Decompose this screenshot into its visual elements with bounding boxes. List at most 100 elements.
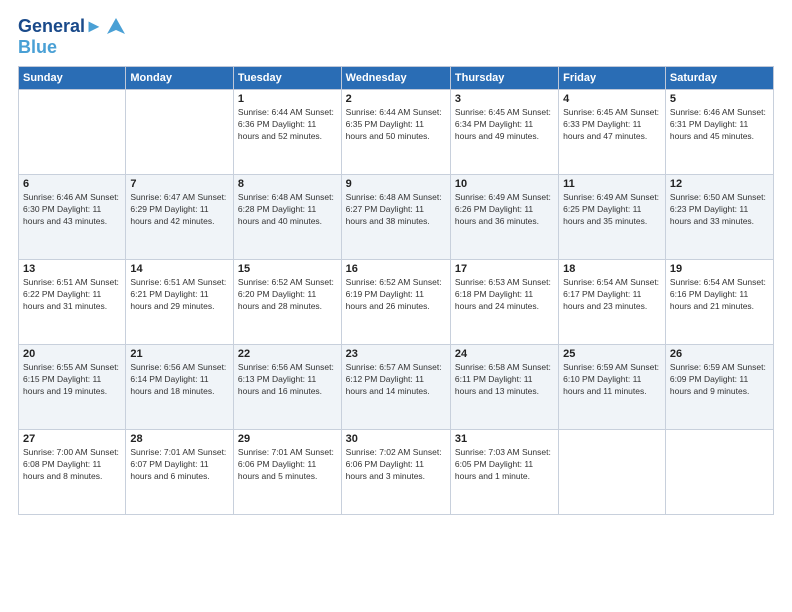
calendar-cell: 7 Sunrise: 6:47 AM Sunset: 6:29 PM Daylig…	[126, 175, 234, 260]
day-number: 16	[346, 263, 446, 275]
day-info: Sunrise: 6:56 AM Sunset: 6:13 PM Dayligh…	[238, 362, 337, 398]
calendar-cell: 23 Sunrise: 6:57 AM Sunset: 6:12 PM Dayli…	[341, 345, 450, 430]
day-number: 11	[563, 178, 661, 190]
calendar-cell: 6 Sunrise: 6:46 AM Sunset: 6:30 PM Daylig…	[19, 175, 126, 260]
day-number: 27	[23, 433, 121, 445]
day-info: Sunrise: 6:52 AM Sunset: 6:19 PM Dayligh…	[346, 277, 446, 313]
day-info: Sunrise: 6:58 AM Sunset: 6:11 PM Dayligh…	[455, 362, 554, 398]
day-number: 5	[670, 93, 769, 105]
logo: General► Blue	[18, 16, 127, 56]
calendar-cell: 19 Sunrise: 6:54 AM Sunset: 6:16 PM Dayli…	[665, 260, 773, 345]
calendar-cell: 9 Sunrise: 6:48 AM Sunset: 6:27 PM Daylig…	[341, 175, 450, 260]
calendar-cell: 8Sunrise: 6:48 AM Sunset: 6:28 PM Daylig…	[233, 175, 341, 260]
week-row-5: 27Sunrise: 7:00 AM Sunset: 6:08 PM Dayli…	[19, 430, 774, 515]
day-info: Sunrise: 6:46 AM Sunset: 6:31 PM Dayligh…	[670, 107, 769, 143]
day-info: Sunrise: 7:01 AM Sunset: 6:06 PM Dayligh…	[238, 447, 337, 483]
week-row-2: 6 Sunrise: 6:46 AM Sunset: 6:30 PM Daylig…	[19, 175, 774, 260]
day-info: Sunrise: 7:01 AM Sunset: 6:07 PM Dayligh…	[130, 447, 229, 483]
day-info: Sunrise: 6:54 AM Sunset: 6:16 PM Dayligh…	[670, 277, 769, 313]
day-number: 18	[563, 263, 661, 275]
calendar-cell: 14 Sunrise: 6:51 AM Sunset: 6:21 PM Dayli…	[126, 260, 234, 345]
day-info: Sunrise: 6:59 AM Sunset: 6:09 PM Dayligh…	[670, 362, 769, 398]
day-info: Sunrise: 6:51 AM Sunset: 6:22 PM Dayligh…	[23, 277, 121, 313]
day-number: 26	[670, 348, 769, 360]
day-number: 9	[346, 178, 446, 190]
logo-blue: Blue	[18, 38, 127, 56]
calendar-cell: 16 Sunrise: 6:52 AM Sunset: 6:19 PM Dayli…	[341, 260, 450, 345]
day-number: 7	[130, 178, 229, 190]
day-number: 29	[238, 433, 337, 445]
calendar-cell: 17 Sunrise: 6:53 AM Sunset: 6:18 PM Dayli…	[450, 260, 558, 345]
calendar-cell	[19, 90, 126, 175]
day-info: Sunrise: 6:50 AM Sunset: 6:23 PM Dayligh…	[670, 192, 769, 228]
week-row-3: 13 Sunrise: 6:51 AM Sunset: 6:22 PM Dayli…	[19, 260, 774, 345]
page: General► Blue SundayMondayTuesdayWednesd…	[0, 0, 792, 612]
week-row-1: 1 Sunrise: 6:44 AM Sunset: 6:36 PM Daylig…	[19, 90, 774, 175]
day-info: Sunrise: 6:44 AM Sunset: 6:36 PM Dayligh…	[238, 107, 337, 143]
day-number: 4	[563, 93, 661, 105]
day-number: 22	[238, 348, 337, 360]
calendar-cell	[126, 90, 234, 175]
calendar-cell: 22 Sunrise: 6:56 AM Sunset: 6:13 PM Dayli…	[233, 345, 341, 430]
day-number: 15	[238, 263, 337, 275]
calendar-cell: 21 Sunrise: 6:56 AM Sunset: 6:14 PM Dayli…	[126, 345, 234, 430]
day-info: Sunrise: 6:45 AM Sunset: 6:33 PM Dayligh…	[563, 107, 661, 143]
calendar-cell: 25Sunrise: 6:59 AM Sunset: 6:10 PM Dayli…	[559, 345, 666, 430]
week-row-4: 20 Sunrise: 6:55 AM Sunset: 6:15 PM Dayli…	[19, 345, 774, 430]
day-number: 23	[346, 348, 446, 360]
day-number: 21	[130, 348, 229, 360]
weekday-header-sunday: Sunday	[19, 67, 126, 90]
day-number: 13	[23, 263, 121, 275]
calendar-cell: 31 Sunrise: 7:03 AM Sunset: 6:05 PM Dayli…	[450, 430, 558, 515]
logo-icon	[105, 16, 127, 38]
weekday-header-wednesday: Wednesday	[341, 67, 450, 90]
day-info: Sunrise: 6:53 AM Sunset: 6:18 PM Dayligh…	[455, 277, 554, 313]
calendar-cell: 12 Sunrise: 6:50 AM Sunset: 6:23 PM Dayli…	[665, 175, 773, 260]
day-info: Sunrise: 7:03 AM Sunset: 6:05 PM Dayligh…	[455, 447, 554, 483]
calendar-cell: 26 Sunrise: 6:59 AM Sunset: 6:09 PM Dayli…	[665, 345, 773, 430]
calendar-cell	[559, 430, 666, 515]
calendar-cell: 18 Sunrise: 6:54 AM Sunset: 6:17 PM Dayli…	[559, 260, 666, 345]
day-number: 1	[238, 93, 337, 105]
day-number: 28	[130, 433, 229, 445]
day-number: 3	[455, 93, 554, 105]
weekday-header-monday: Monday	[126, 67, 234, 90]
day-number: 14	[130, 263, 229, 275]
calendar-cell: 15Sunrise: 6:52 AM Sunset: 6:20 PM Dayli…	[233, 260, 341, 345]
weekday-header-row: SundayMondayTuesdayWednesdayThursdayFrid…	[19, 67, 774, 90]
calendar-cell: 10Sunrise: 6:49 AM Sunset: 6:26 PM Dayli…	[450, 175, 558, 260]
day-info: Sunrise: 6:46 AM Sunset: 6:30 PM Dayligh…	[23, 192, 121, 228]
day-info: Sunrise: 6:49 AM Sunset: 6:26 PM Dayligh…	[455, 192, 554, 228]
day-number: 25	[563, 348, 661, 360]
calendar-table: SundayMondayTuesdayWednesdayThursdayFrid…	[18, 66, 774, 515]
weekday-header-saturday: Saturday	[665, 67, 773, 90]
day-number: 30	[346, 433, 446, 445]
calendar-cell: 5 Sunrise: 6:46 AM Sunset: 6:31 PM Daylig…	[665, 90, 773, 175]
day-info: Sunrise: 6:44 AM Sunset: 6:35 PM Dayligh…	[346, 107, 446, 143]
calendar-cell: 3 Sunrise: 6:45 AM Sunset: 6:34 PM Daylig…	[450, 90, 558, 175]
day-number: 2	[346, 93, 446, 105]
calendar-cell: 1 Sunrise: 6:44 AM Sunset: 6:36 PM Daylig…	[233, 90, 341, 175]
calendar-cell: 11Sunrise: 6:49 AM Sunset: 6:25 PM Dayli…	[559, 175, 666, 260]
logo-text: General►	[18, 17, 103, 37]
day-info: Sunrise: 6:51 AM Sunset: 6:21 PM Dayligh…	[130, 277, 229, 313]
day-number: 17	[455, 263, 554, 275]
day-number: 8	[238, 178, 337, 190]
day-info: Sunrise: 6:45 AM Sunset: 6:34 PM Dayligh…	[455, 107, 554, 143]
day-info: Sunrise: 6:54 AM Sunset: 6:17 PM Dayligh…	[563, 277, 661, 313]
day-info: Sunrise: 6:55 AM Sunset: 6:15 PM Dayligh…	[23, 362, 121, 398]
day-number: 19	[670, 263, 769, 275]
day-number: 6	[23, 178, 121, 190]
calendar-cell: 4 Sunrise: 6:45 AM Sunset: 6:33 PM Daylig…	[559, 90, 666, 175]
day-number: 20	[23, 348, 121, 360]
day-number: 12	[670, 178, 769, 190]
calendar-cell: 24Sunrise: 6:58 AM Sunset: 6:11 PM Dayli…	[450, 345, 558, 430]
calendar-cell	[665, 430, 773, 515]
day-number: 31	[455, 433, 554, 445]
day-info: Sunrise: 6:57 AM Sunset: 6:12 PM Dayligh…	[346, 362, 446, 398]
day-info: Sunrise: 6:47 AM Sunset: 6:29 PM Dayligh…	[130, 192, 229, 228]
weekday-header-tuesday: Tuesday	[233, 67, 341, 90]
header: General► Blue	[18, 16, 774, 56]
day-info: Sunrise: 6:48 AM Sunset: 6:27 PM Dayligh…	[346, 192, 446, 228]
day-info: Sunrise: 6:56 AM Sunset: 6:14 PM Dayligh…	[130, 362, 229, 398]
